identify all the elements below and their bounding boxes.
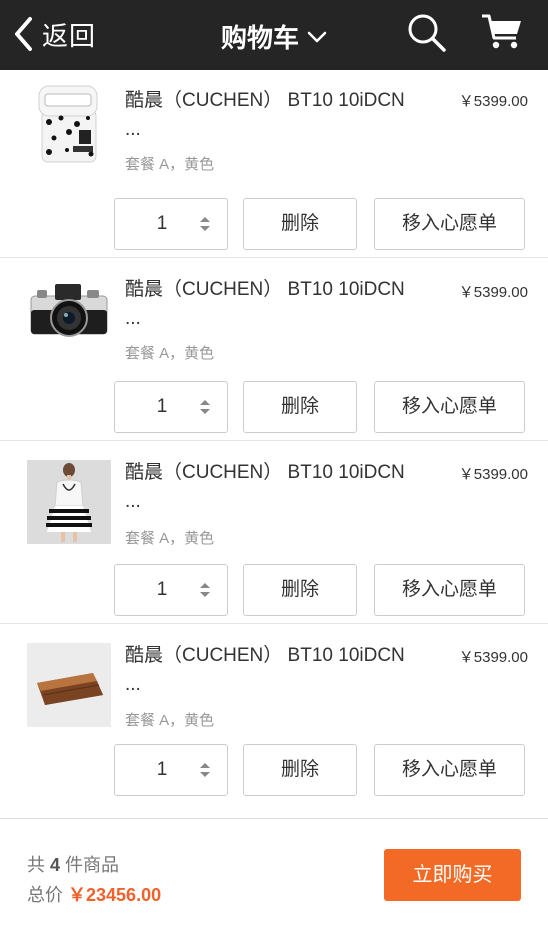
- total-label: 总价: [27, 885, 63, 905]
- buy-now-button[interactable]: 立即购买: [384, 849, 521, 901]
- product-price: ￥5399.00: [458, 93, 528, 110]
- move-to-wishlist-button[interactable]: 移入心愿单: [374, 564, 525, 616]
- cart-icon[interactable]: [480, 12, 524, 52]
- quantity-stepper[interactable]: 1: [114, 744, 228, 796]
- product-name[interactable]: 酷晨（CUCHEN） BT10 10iDCN ...: [125, 275, 415, 333]
- product-spec: 套餐 A，黄色: [125, 712, 215, 729]
- back-label: 返回: [42, 20, 97, 51]
- move-to-wishlist-button[interactable]: 移入心愿单: [374, 744, 525, 796]
- cart-item: 酷晨（CUCHEN） BT10 10iDCN ... ￥5399.00 套餐 A…: [0, 441, 548, 624]
- item-count: 共 4 件商品: [27, 851, 119, 877]
- move-to-wishlist-button[interactable]: 移入心愿单: [374, 198, 525, 250]
- search-icon[interactable]: [406, 12, 448, 54]
- product-price: ￥5399.00: [458, 649, 528, 666]
- product-name[interactable]: 酷晨（CUCHEN） BT10 10iDCN ...: [125, 458, 415, 516]
- stepper-arrows-icon[interactable]: [199, 215, 211, 233]
- quantity-stepper[interactable]: 1: [114, 564, 228, 616]
- wallet-product-image[interactable]: [27, 643, 111, 727]
- delete-button[interactable]: 删除: [243, 198, 357, 250]
- product-spec: 套餐 A，黄色: [125, 530, 215, 547]
- top-nav-bar: 返回 购物车: [0, 0, 548, 70]
- dress-product-image[interactable]: [27, 460, 111, 544]
- count-value: 4: [50, 855, 61, 875]
- product-spec: 套餐 A，黄色: [125, 345, 215, 362]
- speaker-product-image[interactable]: [27, 82, 111, 166]
- product-name[interactable]: 酷晨（CUCHEN） BT10 10iDCN ...: [125, 86, 415, 144]
- product-spec: 套餐 A，黄色: [125, 156, 215, 173]
- product-price: ￥5399.00: [458, 284, 528, 301]
- back-button[interactable]: 返回: [12, 14, 96, 54]
- page-title: 购物车: [220, 23, 299, 53]
- checkout-bar: 共 4 件商品 总价 ￥23456.00 立即购买: [0, 818, 548, 928]
- delete-button[interactable]: 删除: [243, 381, 357, 433]
- stepper-arrows-icon[interactable]: [199, 761, 211, 779]
- total-amount: ￥23456.00: [68, 885, 162, 905]
- chevron-left-icon: [15, 17, 32, 51]
- cart-item: 酷晨（CUCHEN） BT10 10iDCN ... ￥5399.00 套餐 A…: [0, 258, 548, 441]
- total-price: 总价 ￥23456.00: [27, 881, 161, 907]
- chevron-down-icon: [307, 31, 327, 42]
- product-name[interactable]: 酷晨（CUCHEN） BT10 10iDCN ...: [125, 641, 415, 699]
- count-suffix: 件商品: [65, 855, 120, 875]
- delete-button[interactable]: 删除: [243, 744, 357, 796]
- quantity-stepper[interactable]: 1: [114, 381, 228, 433]
- camera-product-image[interactable]: [27, 268, 111, 352]
- cart-item: 酷晨（CUCHEN） BT10 10iDCN ... ￥5399.00 套餐 A…: [0, 624, 548, 818]
- delete-button[interactable]: 删除: [243, 564, 357, 616]
- count-prefix: 共: [27, 855, 45, 875]
- cart-item: 酷晨（CUCHEN） BT10 10iDCN ... ￥5399.00 套餐 A…: [0, 70, 548, 258]
- quantity-stepper[interactable]: 1: [114, 198, 228, 250]
- page-title-dropdown[interactable]: 购物车: [221, 18, 327, 55]
- product-price: ￥5399.00: [458, 466, 528, 483]
- stepper-arrows-icon[interactable]: [199, 398, 211, 416]
- move-to-wishlist-button[interactable]: 移入心愿单: [374, 381, 525, 433]
- stepper-arrows-icon[interactable]: [199, 581, 211, 599]
